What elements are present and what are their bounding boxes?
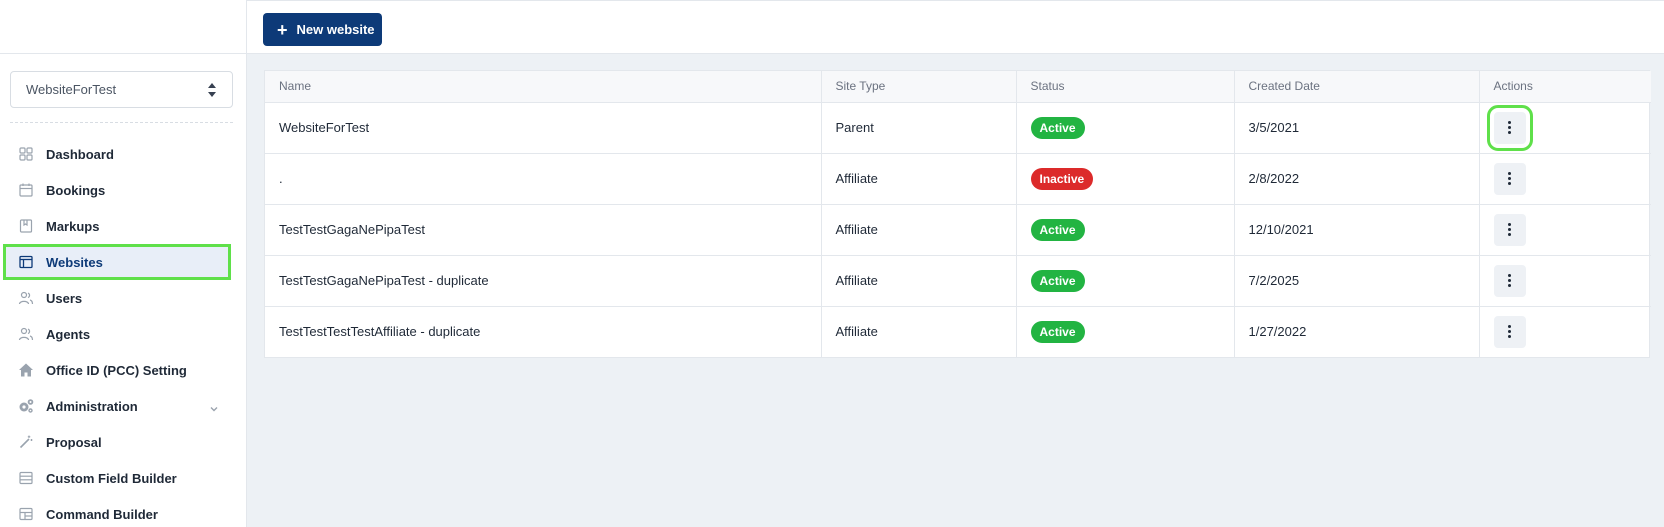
- sidebar-item-label: Bookings: [46, 182, 106, 198]
- home-icon: [18, 362, 34, 378]
- cell-actions: [1479, 102, 1651, 154]
- sidebar-item-dashboard[interactable]: Dashboard: [0, 136, 247, 172]
- status-badge: Active: [1030, 116, 1085, 139]
- cell-created-date: 7/2/2025: [1234, 255, 1480, 307]
- table-row[interactable]: TestTestGagaNePipaTest Affiliate Active …: [265, 204, 1651, 256]
- kebab-menu-icon: [1508, 223, 1511, 236]
- cell-created-date: 3/5/2021: [1234, 102, 1480, 154]
- table-icon: [18, 506, 34, 522]
- sidebar: WebsiteForTest Dashboard Bookings Markup…: [0, 0, 247, 527]
- row-actions-button[interactable]: [1493, 264, 1526, 297]
- agents-icon: [18, 326, 34, 342]
- cell-status: Active: [1016, 102, 1235, 154]
- sidebar-item-office-id[interactable]: Office ID (PCC) Setting: [0, 352, 247, 388]
- table-row[interactable]: TestTestGagaNePipaTest - duplicate Affil…: [265, 255, 1651, 307]
- row-actions-button[interactable]: [1493, 315, 1526, 348]
- wand-icon: [18, 434, 34, 450]
- cell-site-type: Parent: [821, 102, 1017, 154]
- cell-status: Inactive: [1016, 153, 1235, 205]
- status-badge: Active: [1030, 320, 1085, 343]
- website-selector[interactable]: WebsiteForTest: [10, 71, 233, 108]
- users-icon: [18, 290, 34, 306]
- status-badge: Inactive: [1030, 167, 1094, 190]
- new-website-label: New website: [296, 22, 375, 37]
- calendar-icon: [18, 182, 34, 198]
- cell-name: TestTestTestTestAffiliate - duplicate: [265, 306, 822, 357]
- table-row[interactable]: TestTestTestTestAffiliate - duplicate Af…: [265, 306, 1651, 357]
- sidebar-item-administration[interactable]: Administration: [0, 388, 247, 424]
- column-header-status[interactable]: Status: [1016, 71, 1235, 103]
- status-badge: Active: [1030, 218, 1085, 241]
- sidebar-item-label: Command Builder: [46, 506, 158, 522]
- cell-status: Active: [1016, 255, 1235, 307]
- sidebar-item-label: Websites: [46, 254, 103, 270]
- cell-name: .: [265, 153, 822, 205]
- sidebar-item-label: Markups: [46, 218, 100, 234]
- sort-arrows-icon: [207, 82, 217, 97]
- column-header-site-type[interactable]: Site Type: [821, 71, 1017, 103]
- new-website-button[interactable]: + New website: [263, 13, 382, 46]
- kebab-menu-icon: [1508, 274, 1511, 287]
- kebab-menu-icon: [1508, 325, 1511, 339]
- gears-icon: [18, 398, 34, 414]
- cell-status: Active: [1016, 306, 1235, 357]
- sidebar-nav: Dashboard Bookings Markups Websites User…: [0, 136, 247, 527]
- sidebar-divider: [10, 122, 233, 123]
- cell-created-date: 1/27/2022: [1234, 306, 1480, 357]
- sidebar-item-custom-field-builder[interactable]: Custom Field Builder: [0, 460, 247, 496]
- sidebar-item-markups[interactable]: Markups: [0, 208, 247, 244]
- cell-site-type: Affiliate: [821, 204, 1017, 256]
- cell-site-type: Affiliate: [821, 153, 1017, 205]
- column-header-actions: Actions: [1479, 71, 1651, 103]
- chevron-down-icon: [209, 401, 219, 416]
- sidebar-item-label: Proposal: [46, 434, 102, 450]
- sidebar-item-users[interactable]: Users: [0, 280, 247, 316]
- cell-site-type: Affiliate: [821, 306, 1017, 357]
- list-icon: [18, 470, 34, 486]
- top-toolbar: + New website: [247, 0, 1664, 54]
- sidebar-item-bookings[interactable]: Bookings: [0, 172, 247, 208]
- cell-created-date: 12/10/2021: [1234, 204, 1480, 256]
- website-selector-value: WebsiteForTest: [26, 82, 117, 97]
- row-actions-button[interactable]: [1493, 213, 1526, 246]
- cell-actions: [1479, 204, 1651, 256]
- cell-created-date: 2/8/2022: [1234, 153, 1480, 205]
- sidebar-item-label: Agents: [46, 326, 91, 342]
- cell-name: TestTestGagaNePipaTest: [265, 204, 822, 256]
- column-header-created-date[interactable]: Created Date: [1234, 71, 1480, 103]
- table-row[interactable]: . Affiliate Inactive 2/8/2022: [265, 153, 1651, 205]
- column-header-name[interactable]: Name: [265, 71, 822, 103]
- grid-icon: [18, 146, 34, 162]
- sidebar-item-command-builder[interactable]: Command Builder: [0, 496, 247, 527]
- cell-name: TestTestGagaNePipaTest - duplicate: [265, 255, 822, 307]
- cell-actions: [1479, 153, 1651, 205]
- sidebar-header: [0, 0, 246, 54]
- sidebar-item-websites[interactable]: Websites: [3, 244, 231, 280]
- sidebar-item-label: Users: [46, 290, 83, 306]
- browser-icon: [18, 254, 34, 270]
- cell-site-type: Affiliate: [821, 255, 1017, 307]
- cell-actions: [1479, 255, 1651, 307]
- row-actions-button[interactable]: [1486, 104, 1533, 151]
- plus-icon: +: [277, 19, 288, 40]
- bookmark-icon: [18, 218, 34, 234]
- row-actions-button[interactable]: [1493, 162, 1526, 195]
- sidebar-item-agents[interactable]: Agents: [0, 316, 247, 352]
- table-row[interactable]: WebsiteForTest Parent Active 3/5/2021: [265, 102, 1651, 154]
- sidebar-item-label: Administration: [46, 398, 138, 414]
- websites-table: Name Site Type Status Created Date Actio…: [264, 70, 1651, 358]
- cell-status: Active: [1016, 204, 1235, 256]
- kebab-menu-icon: [1508, 172, 1511, 185]
- sidebar-item-label: Custom Field Builder: [46, 470, 177, 486]
- sidebar-item-label: Dashboard: [46, 146, 114, 162]
- kebab-menu-icon: [1508, 121, 1511, 134]
- cell-actions: [1479, 306, 1651, 357]
- sidebar-item-label: Office ID (PCC) Setting: [46, 362, 187, 378]
- table-header-row: Name Site Type Status Created Date Actio…: [265, 71, 1651, 103]
- sidebar-item-proposal[interactable]: Proposal: [0, 424, 247, 460]
- cell-name: WebsiteForTest: [265, 102, 822, 154]
- status-badge: Active: [1030, 269, 1085, 292]
